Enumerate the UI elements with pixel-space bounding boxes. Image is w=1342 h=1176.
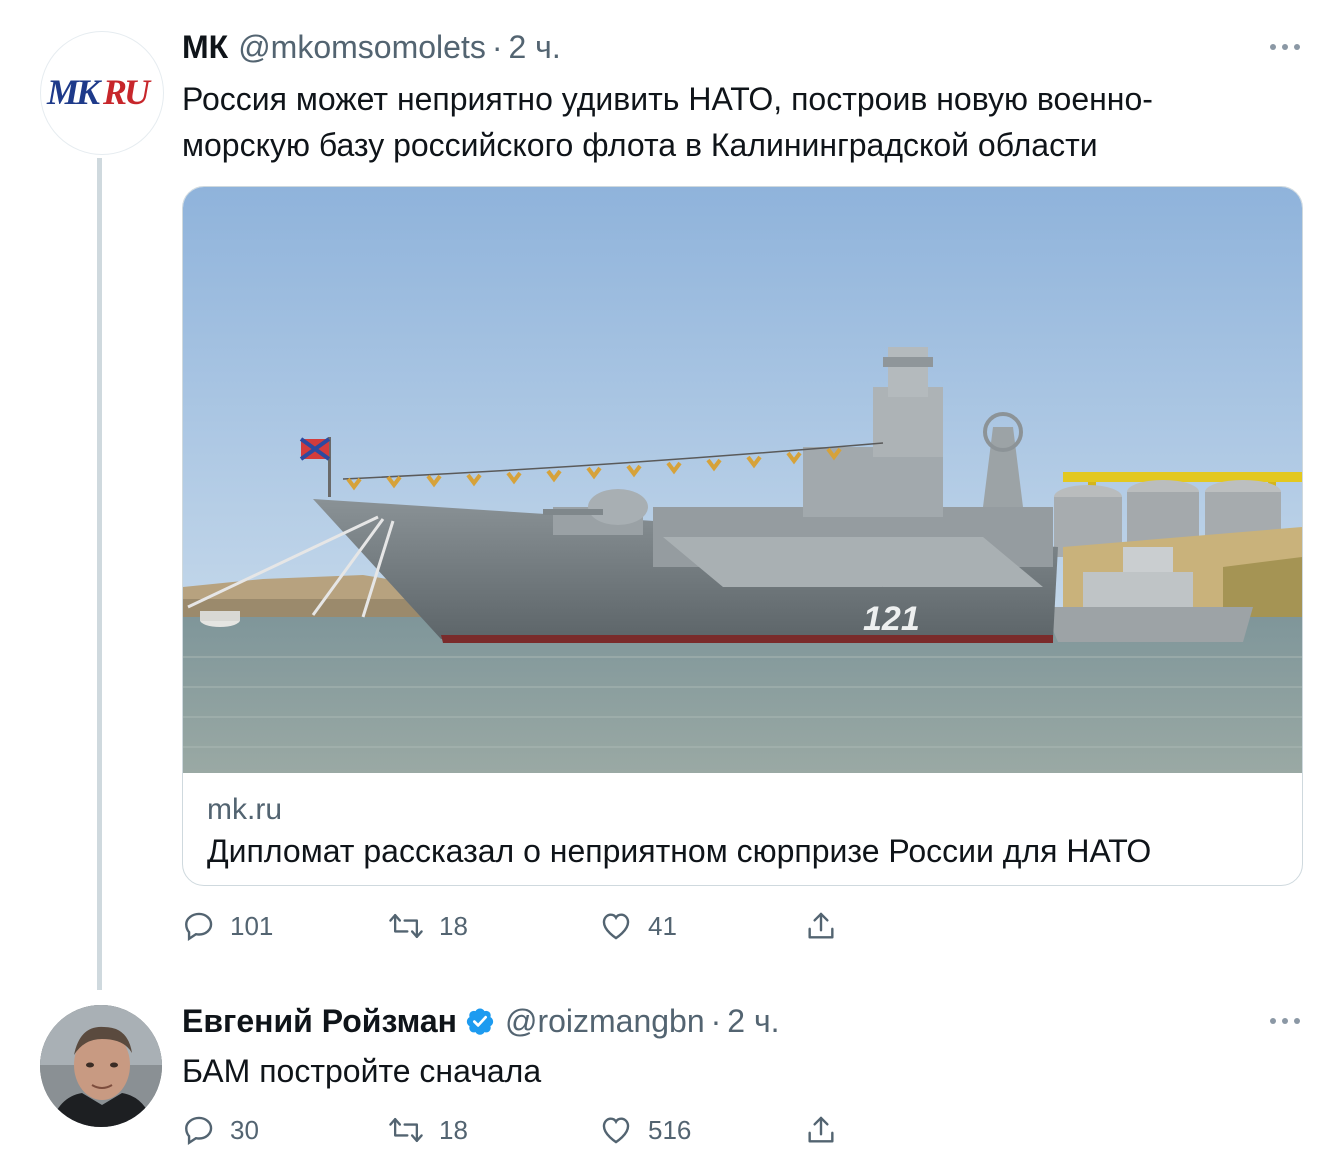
reply-icon [185,912,213,942]
tweet-timestamp[interactable]: 2 ч. [508,29,560,66]
link-card[interactable]: 121 mk.ru Дипломат рассказал о неприятно… [182,186,1303,886]
retweet-icon [389,913,423,939]
retweet-count: 18 [439,1114,468,1145]
tweet-mk[interactable]: MK RU МК @mkomsomolets · 2 ч. Россия мож… [0,0,1342,990]
avatar-photo [40,1005,162,1127]
tweet-header: Евгений Ройзман @roizmangbn · 2 ч. [182,1001,780,1041]
avatar-roizman[interactable] [40,1005,162,1127]
like-count: 41 [648,910,677,941]
reply-button[interactable]: 30 [182,1110,259,1150]
hull-number: 121 [863,600,920,638]
tweet-actions: 101 18 41 [182,906,862,946]
card-domain: mk.ru [207,793,282,826]
card-image-warship: 121 [183,187,1302,773]
author-handle[interactable]: @mkomsomolets [238,29,486,66]
author-name[interactable]: МК [182,29,228,66]
retweet-icon [389,1117,423,1143]
retweet-button[interactable]: 18 [387,906,468,946]
heart-icon [602,1117,630,1144]
retweet-count: 18 [439,910,468,941]
tweet-roizman[interactable]: Евгений Ройзман @roizmangbn · 2 ч. БАМ п… [0,990,1342,1176]
reply-count: 30 [230,1114,259,1145]
more-options-icon[interactable] [1270,42,1300,52]
tweet-text: БАМ постройте сначала [182,1053,542,1089]
like-button[interactable]: 41 [598,906,677,946]
reply-count: 101 [230,910,274,941]
retweet-button[interactable]: 18 [387,1110,468,1150]
more-options-icon[interactable] [1270,1016,1300,1026]
tweet-actions: 30 18 516 [182,1110,862,1150]
share-button[interactable] [804,906,838,946]
separator-dot: · [491,28,503,65]
avatar-mk[interactable]: MK RU [40,31,164,155]
like-button[interactable]: 516 [598,1110,691,1150]
svg-text:RU: RU [102,72,152,112]
svg-text:MK: MK [46,72,103,112]
thread-line [97,158,102,990]
heart-icon [602,913,630,940]
share-button[interactable] [804,1110,838,1150]
card-title: Дипломат рассказал о неприятном сюрпризе… [207,833,1152,869]
tweet-timestamp[interactable]: 2 ч. [727,1003,779,1040]
author-handle[interactable]: @roizmangbn [505,1003,705,1040]
share-icon [808,1116,834,1143]
share-icon [808,912,834,939]
author-name[interactable]: Евгений Ройзман [182,1003,457,1040]
reply-button[interactable]: 101 [182,906,273,946]
separator-dot: · [710,1002,722,1039]
tweet-header: МК @mkomsomolets · 2 ч. [182,27,561,67]
verified-badge-icon [466,1008,494,1035]
tweet-text: Россия может неприятно удивить НАТО, пос… [182,81,1153,163]
like-count: 516 [648,1114,692,1145]
reply-icon [185,1116,213,1146]
mkru-logo: MK RU [46,72,155,112]
